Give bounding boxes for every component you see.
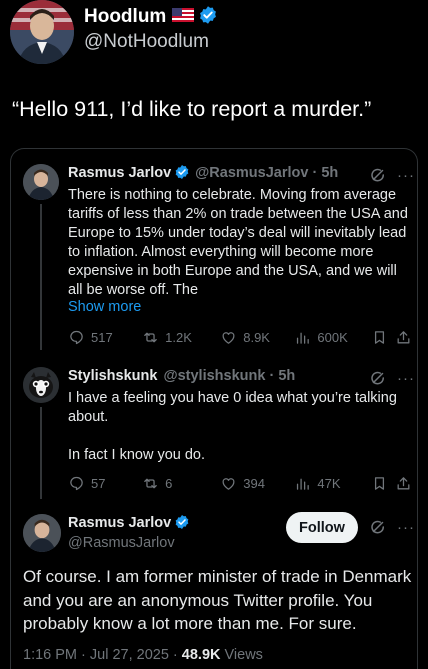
reply-button[interactable]: 517	[68, 329, 142, 346]
avatar-image	[23, 367, 59, 403]
verified-badge-icon	[200, 6, 217, 24]
tweet-2-name[interactable]: Stylishskunk	[68, 368, 157, 384]
views-count: 600K	[317, 330, 348, 345]
more-icon[interactable]: ···	[397, 168, 415, 183]
focus-tweet-views-label: Views	[220, 647, 263, 663]
share-icon	[397, 477, 410, 490]
tweet-2-handle[interactable]: @stylishskunk	[163, 368, 265, 384]
tweet-1-show-more[interactable]: Show more	[68, 299, 141, 315]
focus-tweet-timestamp-row[interactable]: 1:16 PM · Jul 27, 2025 · 48.9K Views	[23, 647, 263, 663]
views-count: 47K	[317, 476, 341, 491]
avatar-image	[10, 0, 74, 64]
bookmark-button[interactable]	[371, 329, 395, 346]
verified-badge-icon	[175, 515, 189, 530]
outer-author-handle[interactable]: @NotHoodlum	[84, 31, 209, 53]
like-count: 8.9K	[243, 330, 270, 345]
focus-tweet-top-icons: ···	[369, 518, 415, 536]
views-icon	[297, 478, 310, 490]
more-icon[interactable]: ···	[397, 371, 415, 386]
share-button[interactable]	[395, 475, 413, 492]
tweet-2-text-line1: I have a feeling you have 0 idea what yo…	[68, 390, 397, 425]
focus-tweet-name[interactable]: Rasmus Jarlov	[68, 515, 171, 531]
focus-tweet-views-count: 48.9K	[181, 647, 221, 663]
thread-connector-line	[40, 407, 42, 499]
tweet-2-actions: 57 6 394 47K	[68, 475, 413, 492]
avatar-image	[23, 514, 61, 552]
us-flag-icon	[172, 7, 195, 22]
more-icon[interactable]: ···	[397, 520, 415, 535]
outer-avatar[interactable]	[10, 0, 74, 64]
follow-button[interactable]: Follow	[286, 512, 358, 543]
bookmark-icon	[375, 477, 385, 490]
tweet-2-text-line2: In fact I know you do.	[68, 447, 206, 463]
focus-tweet-time[interactable]: 1:16 PM · Jul 27, 2025 ·	[23, 647, 182, 663]
tweet-1-name[interactable]: Rasmus Jarlov	[68, 165, 171, 181]
avatar-image	[23, 164, 59, 200]
tweet-1-time[interactable]: 5h	[321, 165, 338, 181]
tweet-1-handle[interactable]: @RasmusJarlov	[195, 165, 308, 181]
outer-post-text: “Hello 911, I’d like to report a murder.…	[12, 97, 372, 121]
grok-icon[interactable]	[369, 166, 387, 184]
reply-icon	[70, 330, 83, 345]
verified-badge-icon	[175, 165, 189, 180]
reply-button[interactable]: 57	[68, 475, 142, 492]
outer-author-name-row[interactable]: Hoodlum	[84, 6, 218, 28]
like-button[interactable]: 8.9K	[220, 329, 294, 346]
like-count: 394	[243, 476, 265, 491]
tweet-1-text: There is nothing to celebrate. Moving fr…	[68, 187, 408, 298]
focus-tweet-text: Of course. I am former minister of trade…	[23, 567, 412, 633]
repost-icon	[144, 478, 157, 489]
bookmark-button[interactable]	[371, 475, 395, 492]
tweet-1-top-icons: ···	[369, 166, 415, 184]
tweet-2-top-icons: ···	[369, 369, 415, 387]
repost-button[interactable]: 1.2K	[142, 329, 220, 346]
repost-button[interactable]: 6	[142, 475, 220, 492]
share-icon	[397, 331, 410, 344]
like-icon	[222, 478, 235, 490]
focus-tweet-name-row[interactable]: Rasmus Jarlov	[68, 515, 190, 531]
thread-connector-line	[40, 204, 42, 350]
repost-icon	[144, 332, 157, 343]
views-icon	[297, 332, 310, 344]
tweet-1-actions: 517 1.2K 8.9K 600K	[68, 329, 413, 346]
focus-tweet-avatar[interactable]	[23, 514, 61, 552]
share-button[interactable]	[395, 329, 413, 346]
tweet-2-dot: ·	[265, 368, 279, 384]
views-button[interactable]: 47K	[294, 475, 371, 492]
repost-count: 6	[165, 476, 173, 491]
views-button[interactable]: 600K	[294, 329, 371, 346]
tweet-1-dot: ·	[308, 165, 322, 181]
tweet-2-avatar[interactable]	[23, 367, 59, 403]
outer-author-name[interactable]: Hoodlum	[84, 6, 166, 27]
bookmark-icon	[375, 331, 385, 344]
grok-icon[interactable]	[369, 518, 387, 536]
tweet-1-avatar[interactable]	[23, 164, 59, 200]
reply-count: 517	[91, 330, 113, 345]
tweet-2-time[interactable]: 5h	[278, 368, 295, 384]
grok-icon[interactable]	[369, 369, 387, 387]
reply-count: 57	[91, 476, 106, 491]
like-button[interactable]: 394	[220, 475, 294, 492]
focus-tweet-handle[interactable]: @RasmusJarlov	[68, 535, 175, 551]
tweet-2-header[interactable]: Stylishskunk @stylishskunk · 5h	[68, 368, 295, 384]
like-icon	[222, 332, 235, 344]
tweet-1-header[interactable]: Rasmus Jarlov @RasmusJarlov · 5h	[68, 165, 338, 181]
reply-icon	[70, 476, 83, 491]
repost-count: 1.2K	[165, 330, 192, 345]
